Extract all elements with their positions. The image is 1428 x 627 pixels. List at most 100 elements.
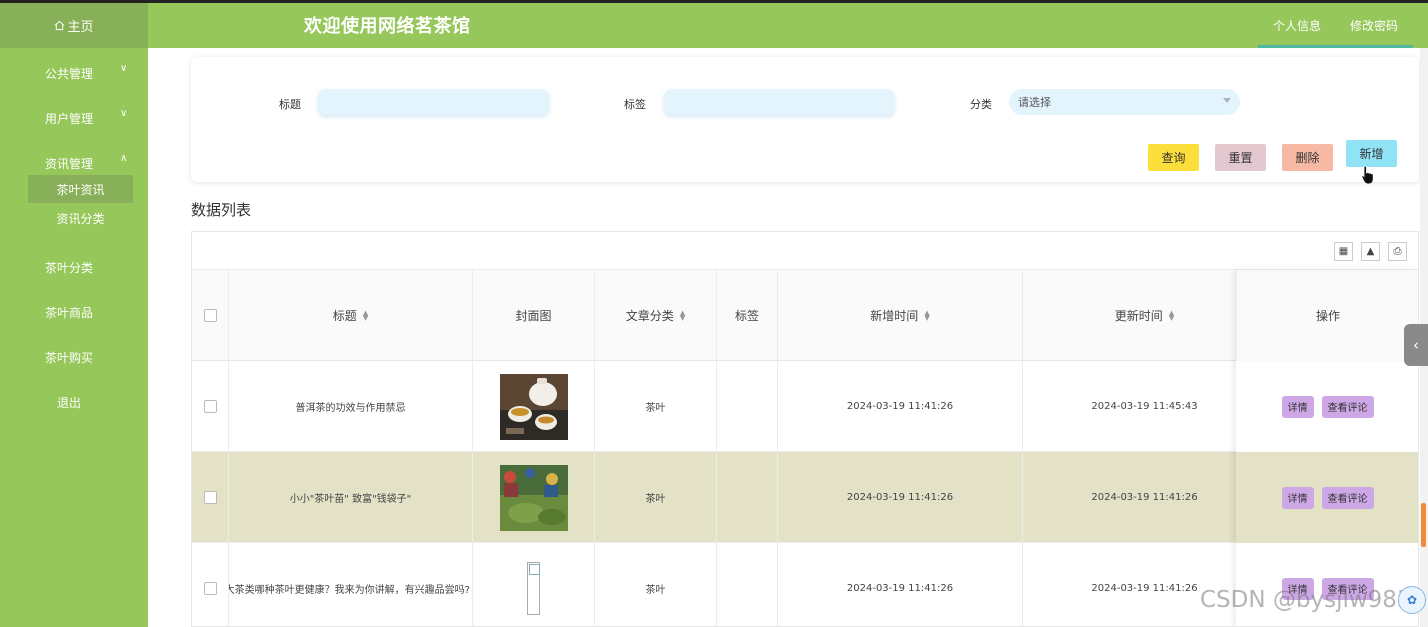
chevron-up-icon: ∧ [120, 153, 128, 164]
column-header-label: 更新时间 [1114, 309, 1163, 323]
sidebar-item-label: 公共管理 [45, 67, 94, 81]
data-list-title: 数据列表 [191, 201, 252, 219]
sidebar-item-logout[interactable]: 退出 [0, 387, 148, 417]
row-created-time: 2024-03-19 11:41:26 [778, 452, 1023, 543]
sidebar-item-tea-purchase[interactable]: 茶叶购买 [0, 342, 148, 372]
export-icon[interactable]: ▲ [1361, 242, 1380, 261]
sidebar-item-tea-category[interactable]: 茶叶分类 [0, 252, 148, 282]
row-checkbox[interactable] [203, 400, 217, 413]
row-checkbox[interactable] [203, 582, 217, 595]
column-header-label: 标题 [332, 309, 357, 323]
home-button[interactable]: 主页 [0, 3, 148, 48]
page-scrollbar-thumb[interactable] [1421, 503, 1426, 547]
assistant-icon: ✿ [1406, 593, 1418, 607]
row-actions: 详情 查看评论 [1236, 452, 1418, 543]
row-category: 茶叶 [595, 452, 717, 543]
sidebar-item-label: 资讯管理 [45, 157, 94, 171]
title-search-input[interactable] [318, 89, 549, 115]
sidebar-item-label: 用户管理 [45, 112, 94, 126]
sort-icon[interactable]: ▲ ▼ [1169, 309, 1174, 321]
column-header-title[interactable]: 标题 ▲ ▼ [229, 270, 473, 361]
sidebar-item-label: 茶叶商品 [45, 306, 94, 320]
tag-filter-label: 标签 [624, 98, 646, 111]
row-select-cell [192, 361, 229, 452]
chevron-down-icon [1223, 98, 1231, 103]
change-password-link[interactable]: 修改密码 [1350, 17, 1398, 34]
row-cover-cell [473, 543, 595, 626]
category-select-placeholder: 请选择 [1018, 96, 1051, 109]
title-filter-label: 标题 [279, 98, 301, 111]
chevron-down-icon: ∨ [120, 108, 128, 119]
table-row[interactable]: 普洱茶的功效与作用禁忌 茶叶 2024-03-19 11:41:26 2024-… [192, 361, 1418, 452]
row-created-time: 2024-03-19 11:41:26 [778, 543, 1023, 626]
detail-button[interactable]: 详情 [1281, 486, 1314, 509]
row-category: 茶叶 [595, 543, 717, 626]
column-header-label: 新增时间 [870, 309, 919, 323]
sort-icon[interactable]: ▲ ▼ [680, 309, 685, 321]
search-panel: 标题 标签 分类 请选择 查询 重置 删除 新增 [191, 57, 1419, 182]
home-icon [55, 20, 65, 31]
hand-cursor-icon [1361, 165, 1374, 185]
sidebar-item-news[interactable]: 资讯管理 ∧ [0, 148, 148, 178]
sidebar-item-label: 茶叶购买 [45, 351, 94, 365]
row-tag [717, 452, 778, 543]
print-icon[interactable]: ⎙ [1388, 242, 1407, 261]
row-actions: 详情 查看评论 [1236, 361, 1418, 452]
sidebar-subitem-news-category[interactable]: 资讯分类 [28, 204, 133, 232]
delete-button[interactable]: 删除 [1282, 144, 1333, 171]
row-cover-cell [473, 452, 595, 543]
column-header-label: 文章分类 [625, 309, 674, 323]
profile-link[interactable]: 个人信息 [1273, 17, 1321, 34]
top-header: 主页 欢迎使用网络茗茶馆 个人信息 修改密码 [0, 3, 1428, 48]
row-title: 普洱茶的功效与作用禁忌 [229, 361, 473, 452]
sort-icon[interactable]: ▲ ▼ [924, 309, 929, 321]
row-select-cell [192, 543, 229, 626]
reset-button[interactable]: 重置 [1215, 144, 1266, 171]
data-table: ▦ ▲ ⎙ 标题 ▲ ▼ 封面图 文章分类 ▲ ▼ 标签 新增时间 ▲ ▼ 更新时间 … [191, 231, 1419, 627]
chevron-left-icon: ‹ [1413, 336, 1419, 354]
column-header-tag: 标签 [717, 270, 778, 361]
home-label: 主页 [67, 20, 94, 35]
sidebar-item-public[interactable]: 公共管理 ∨ [0, 58, 148, 88]
sidebar-item-label: 茶叶分类 [45, 261, 94, 275]
tag-search-input[interactable] [664, 89, 895, 115]
floating-help-button[interactable]: ✿ [1398, 586, 1426, 614]
detail-button[interactable]: 详情 [1281, 395, 1314, 418]
sidebar-item-users[interactable]: 用户管理 ∨ [0, 103, 148, 133]
query-button[interactable]: 查询 [1148, 144, 1199, 171]
table-row[interactable]: 六大茶类哪种茶叶更健康？我来为你讲解，有兴趣品尝吗? 茶叶 2024-03-19… [192, 543, 1418, 626]
table-toolbar: ▦ ▲ ⎙ [192, 232, 1418, 270]
row-title: 六大茶类哪种茶叶更健康？我来为你讲解，有兴趣品尝吗? [229, 543, 473, 626]
row-tag [717, 543, 778, 626]
column-header-label: 标签 [734, 309, 759, 323]
category-filter-label: 分类 [970, 98, 992, 111]
column-header-updated[interactable]: 更新时间 ▲ ▼ [1023, 270, 1267, 361]
broken-image-icon [527, 562, 540, 615]
sidebar-item-tea-products[interactable]: 茶叶商品 [0, 297, 148, 327]
category-select[interactable]: 请选择 [1009, 89, 1240, 115]
sidebar-subitem-tea-news[interactable]: 茶叶资讯 [28, 175, 133, 203]
sidebar-item-label: 退出 [56, 396, 81, 410]
collapse-panel-button[interactable]: ‹ [1404, 324, 1428, 366]
cover-image-teaset [499, 373, 568, 440]
row-category: 茶叶 [595, 361, 717, 452]
row-checkbox[interactable] [203, 491, 217, 504]
view-comments-button[interactable]: 查看评论 [1321, 395, 1374, 418]
column-header-label: 封面图 [515, 309, 552, 323]
column-header-created[interactable]: 新增时间 ▲ ▼ [778, 270, 1023, 361]
table-row[interactable]: 小小"茶叶苗" 致富"钱袋子" 茶叶 2024-03-19 11:41:26 2… [192, 452, 1418, 543]
view-comments-button[interactable]: 查看评论 [1321, 486, 1374, 509]
sort-icon[interactable]: ▲ ▼ [363, 309, 368, 321]
column-header-actions: 操作 [1236, 270, 1418, 361]
chevron-down-icon: ∨ [120, 63, 128, 74]
sidebar: 公共管理 ∨ 用户管理 ∨ 资讯管理 ∧ 茶叶资讯 资讯分类 茶叶分类 茶叶商品… [0, 48, 148, 627]
row-cover-cell [473, 361, 595, 452]
row-created-time: 2024-03-19 11:41:26 [778, 361, 1023, 452]
columns-icon[interactable]: ▦ [1334, 242, 1353, 261]
column-header-category[interactable]: 文章分类 ▲ ▼ [595, 270, 717, 361]
watermark: CSDN @bysjlw985 [1200, 587, 1412, 613]
select-all-checkbox[interactable] [203, 309, 217, 322]
add-button[interactable]: 新增 [1346, 140, 1397, 167]
row-select-cell [192, 452, 229, 543]
column-header-cover: 封面图 [473, 270, 595, 361]
